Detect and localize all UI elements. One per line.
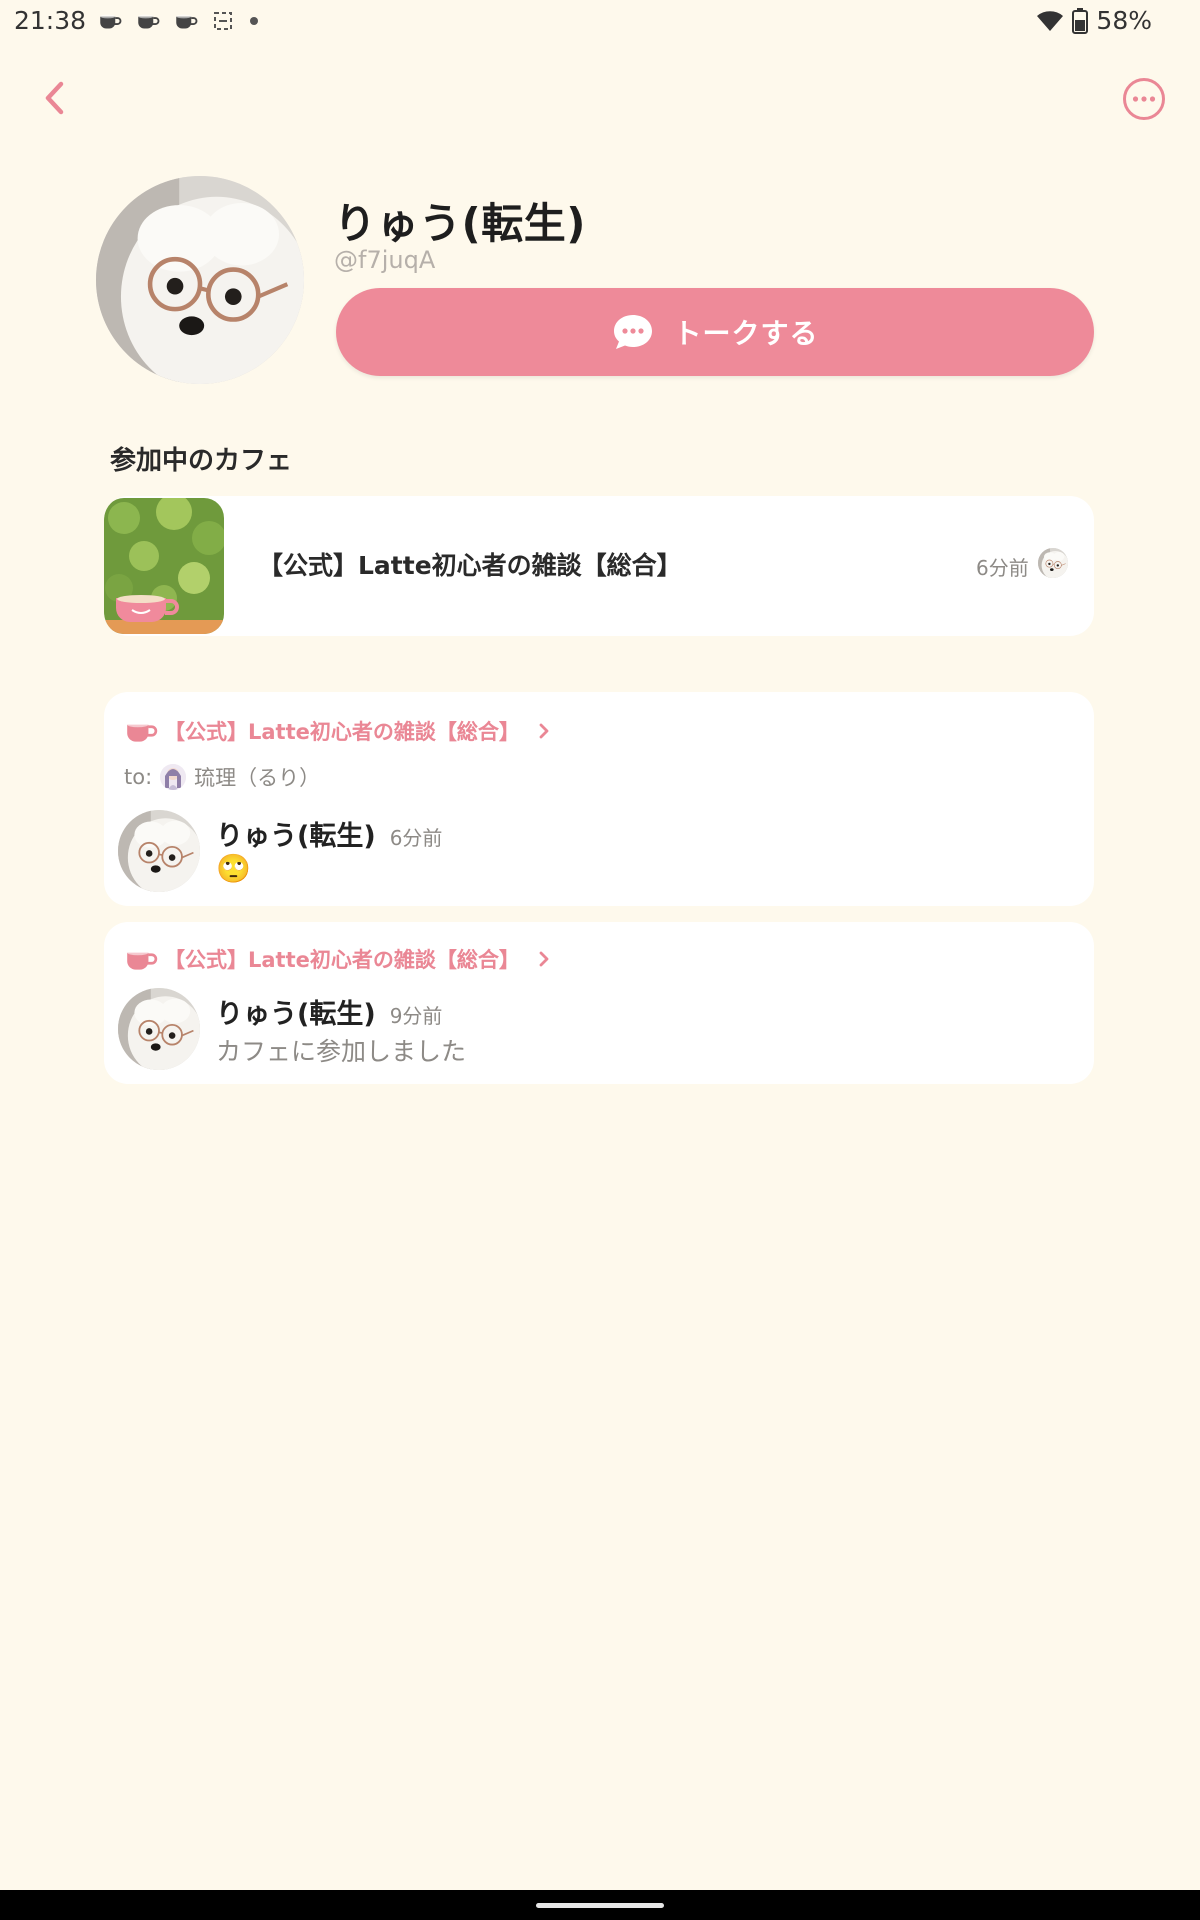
talk-button[interactable]: トークする: [336, 288, 1094, 376]
activity-cafe-name: 【公式】Latte初心者の雑談【総合】: [164, 948, 520, 972]
post-time: 9分前: [389, 1004, 443, 1028]
activity-cafe-link[interactable]: 【公式】Latte初心者の雑談【総合】: [124, 944, 554, 974]
recipient-row: to: 琉理（るり）: [124, 762, 320, 792]
cup-icon: [136, 12, 160, 30]
back-button[interactable]: [36, 76, 76, 120]
dog-avatar-image: [118, 810, 200, 892]
activity-cafe-link[interactable]: 【公式】Latte初心者の雑談【総合】: [124, 716, 554, 746]
chevron-right-icon: [539, 723, 549, 739]
dog-avatar-image: [1038, 548, 1068, 578]
post-header: りゅう(転生) 6分前: [216, 814, 442, 853]
activity-card[interactable]: 【公式】Latte初心者の雑談【総合】 りゅう(転生) 9分前 カフェに参加しま…: [104, 922, 1094, 1084]
dot-icon: [250, 17, 258, 25]
chat-bubble-icon: [614, 315, 653, 349]
anime-avatar-image: [160, 764, 187, 790]
chevron-right-icon: [539, 951, 549, 967]
post-message: カフェに参加しました: [216, 1037, 467, 1066]
battery-icon: [1072, 7, 1089, 34]
cup-icon: [124, 718, 158, 744]
cafe-last-active: 6分前: [976, 556, 1029, 580]
to-label: to:: [124, 765, 153, 789]
profile-name: りゅう(転生): [334, 199, 586, 248]
recipient-name: 琉理（るり）: [194, 766, 321, 790]
cup-icon: [124, 946, 158, 972]
dog-avatar-image: [96, 176, 304, 384]
more-horizontal-icon: [1123, 78, 1165, 120]
wifi-icon: [1037, 10, 1064, 31]
post-author-avatar[interactable]: [118, 988, 200, 1070]
profile-handle: @f7juqA: [334, 246, 436, 274]
post-header: りゅう(転生) 9分前: [216, 992, 442, 1031]
cafe-member-avatar: [1038, 548, 1068, 578]
home-indicator[interactable]: [536, 1903, 664, 1908]
post-author-name: りゅう(転生): [216, 821, 376, 852]
cafe-thumbnail: [104, 498, 224, 634]
notification-icons: [98, 10, 260, 32]
cup-icon: [98, 12, 122, 30]
chevron-left-icon: [45, 81, 64, 115]
battery-percent: 58%: [1096, 6, 1152, 35]
activity-cafe-name: 【公式】Latte初心者の雑談【総合】: [164, 720, 520, 744]
profile-avatar[interactable]: [96, 176, 304, 384]
post-time: 6分前: [389, 826, 443, 850]
cafe-card[interactable]: 【公式】Latte初心者の雑談【総合】 6分前: [104, 496, 1094, 636]
activity-card[interactable]: 【公式】Latte初心者の雑談【総合】 to: 琉理（るり） りゅう(転生) 6…: [104, 692, 1094, 906]
status-bar: 21:38 58%: [0, 0, 1200, 44]
sync-icon: [214, 12, 232, 30]
post-author-avatar[interactable]: [118, 810, 200, 892]
section-title-cafes: 参加中のカフェ: [110, 446, 293, 476]
talk-button-label: トークする: [673, 317, 819, 350]
status-time: 21:38: [14, 6, 87, 35]
status-right: 58%: [1036, 6, 1152, 35]
latte-cafe-image: [104, 498, 224, 634]
cafe-name: 【公式】Latte初心者の雑談【総合】: [258, 551, 682, 580]
recipient-avatar: [160, 764, 187, 790]
post-message: 🙄: [216, 852, 251, 885]
more-button[interactable]: [1120, 75, 1168, 123]
post-author-name: りゅう(転生): [216, 999, 376, 1030]
cup-icon: [174, 12, 198, 30]
dog-avatar-image: [118, 988, 200, 1070]
